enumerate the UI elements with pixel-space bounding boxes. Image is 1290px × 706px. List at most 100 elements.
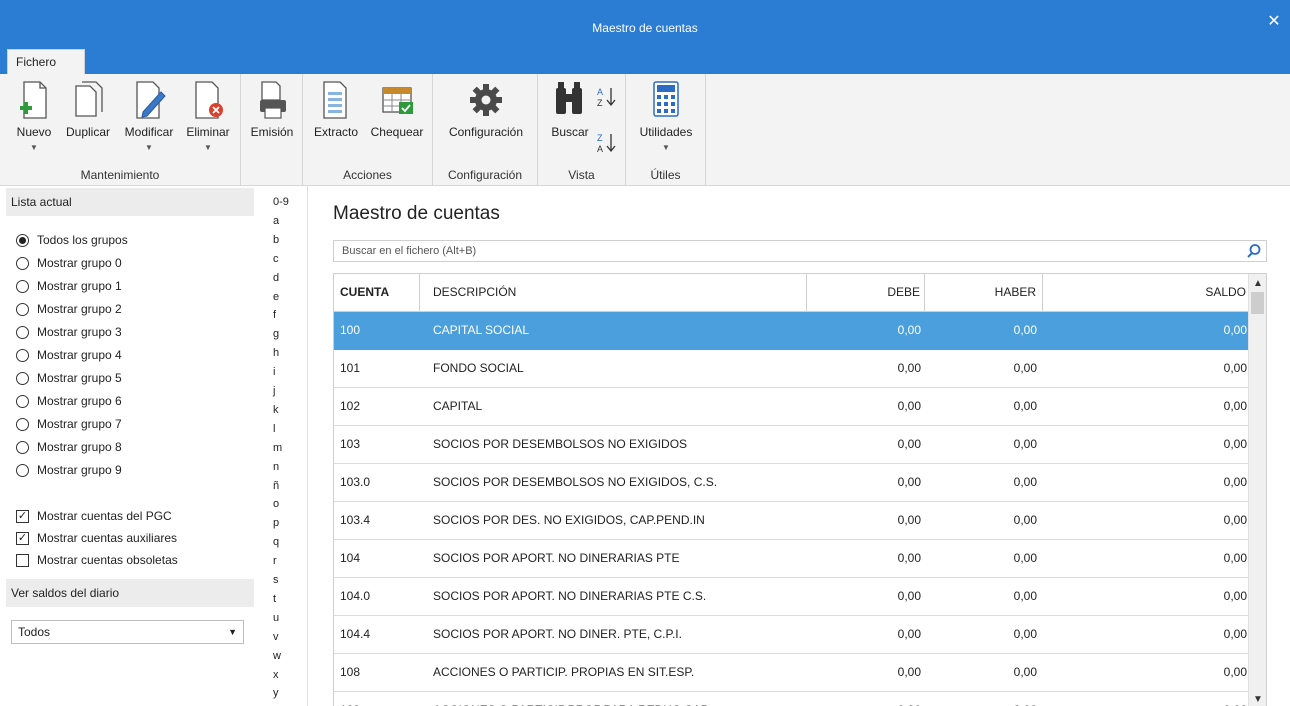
- scrollbar-thumb[interactable]: [1251, 292, 1264, 314]
- alphabet-letter[interactable]: a: [262, 215, 306, 227]
- alphabet-letter[interactable]: 0-9: [262, 196, 306, 208]
- alphabet-letter[interactable]: n: [262, 461, 306, 473]
- radio-group-option[interactable]: Mostrar grupo 3: [16, 323, 122, 341]
- radio-button[interactable]: [16, 463, 29, 477]
- close-icon[interactable]: ✕: [1266, 14, 1282, 30]
- vertical-scrollbar[interactable]: ▲ ▼: [1248, 274, 1266, 706]
- radio-button[interactable]: [16, 279, 29, 293]
- alphabet-letter[interactable]: c: [262, 253, 306, 265]
- emision-button[interactable]: Emisión: [247, 78, 297, 139]
- duplicar-button[interactable]: Duplicar: [60, 78, 116, 139]
- alphabet-letter[interactable]: ñ: [262, 480, 306, 492]
- utilidades-button[interactable]: Utilidades ▼: [634, 78, 698, 152]
- radio-button[interactable]: [16, 417, 29, 431]
- radio-button[interactable]: [16, 371, 29, 385]
- radio-button[interactable]: [16, 233, 29, 247]
- chequear-button[interactable]: Chequear: [369, 78, 425, 139]
- search-input[interactable]: Buscar en el fichero (Alt+B): [333, 240, 1267, 262]
- alphabet-letter[interactable]: k: [262, 404, 306, 416]
- table-row[interactable]: 103 SOCIOS POR DESEMBOLSOS NO EXIGIDOS 0,0…: [334, 426, 1249, 464]
- alphabet-letter[interactable]: d: [262, 272, 306, 284]
- checkbox[interactable]: [16, 553, 29, 567]
- table-row[interactable]: 103.4 SOCIOS POR DES. NO EXIGIDOS, CAP.PE…: [334, 502, 1249, 540]
- table-row[interactable]: 103.0 SOCIOS POR DESEMBOLSOS NO EXIGIDOS,…: [334, 464, 1249, 502]
- alphabet-letter[interactable]: f: [262, 309, 306, 321]
- column-header-saldo[interactable]: SALDO: [1044, 274, 1249, 311]
- checkbox[interactable]: ✓: [16, 531, 29, 545]
- alphabet-letter[interactable]: w: [262, 650, 306, 662]
- table-row[interactable]: 101 FONDO SOCIAL 0,00 0,00 0,00: [334, 350, 1249, 388]
- chevron-down-icon[interactable]: ▼: [634, 143, 698, 152]
- radio-group-option[interactable]: Mostrar grupo 6: [16, 392, 122, 410]
- alphabet-letter[interactable]: i: [262, 366, 306, 378]
- checkbox-option[interactable]: ✓ Mostrar cuentas auxiliares: [16, 529, 177, 547]
- radio-group-option[interactable]: Mostrar grupo 7: [16, 415, 122, 433]
- alphabet-letter[interactable]: r: [262, 555, 306, 567]
- alphabet-letter[interactable]: o: [262, 498, 306, 510]
- alphabet-letter[interactable]: t: [262, 593, 306, 605]
- radio-button[interactable]: [16, 348, 29, 362]
- checkbox-option[interactable]: Mostrar cuentas obsoletas: [16, 551, 178, 569]
- radio-button[interactable]: [16, 394, 29, 408]
- radio-group-option[interactable]: Mostrar grupo 8: [16, 438, 122, 456]
- column-header-descripcion[interactable]: DESCRIPCIÓN: [421, 274, 807, 311]
- radio-group-option[interactable]: Mostrar grupo 5: [16, 369, 122, 387]
- table-row[interactable]: 108 ACCIONES O PARTICIP. PROPIAS EN SIT.E…: [334, 654, 1249, 692]
- alphabet-letter[interactable]: g: [262, 328, 306, 340]
- alphabet-letter[interactable]: j: [262, 385, 306, 397]
- chevron-down-icon[interactable]: ▼: [182, 143, 234, 152]
- table-row[interactable]: 104 SOCIOS POR APORT. NO DINERARIAS PTE 0,…: [334, 540, 1249, 578]
- table-row[interactable]: 102 CAPITAL 0,00 0,00 0,00: [334, 388, 1249, 426]
- buscar-button[interactable]: Buscar: [546, 78, 594, 139]
- modificar-button[interactable]: Modificar ▼: [118, 78, 180, 152]
- chevron-down-icon[interactable]: ▼: [228, 621, 237, 643]
- alphabet-letter[interactable]: h: [262, 347, 306, 359]
- radio-button[interactable]: [16, 440, 29, 454]
- alphabet-letter[interactable]: x: [262, 669, 306, 681]
- radio-group-option[interactable]: Mostrar grupo 0: [16, 254, 122, 272]
- alphabet-letter[interactable]: p: [262, 517, 306, 529]
- saldos-select[interactable]: Todos ▼: [11, 620, 244, 644]
- table-row[interactable]: 109ACCIONES O PARTICIP.PROP.PARA REDUC.C…: [334, 692, 1249, 706]
- alphabet-letter[interactable]: v: [262, 631, 306, 643]
- radio-button[interactable]: [16, 302, 29, 316]
- alphabet-letter[interactable]: y: [262, 687, 306, 699]
- alphabet-letter[interactable]: q: [262, 536, 306, 548]
- table-row[interactable]: 104.0 SOCIOS POR APORT. NO DINERARIAS PTE…: [334, 578, 1249, 616]
- alphabet-letter[interactable]: u: [262, 612, 306, 624]
- ribbon-group-acciones: Extracto Chequear Acciones: [303, 74, 433, 186]
- radio-group-option[interactable]: Todos los grupos: [16, 231, 128, 249]
- table-row[interactable]: 100 CAPITAL SOCIAL 0,00 0,00 0,00: [334, 312, 1249, 350]
- sort-descending-icon[interactable]: Z A: [596, 130, 618, 156]
- ribbon: Nuevo ▼ Duplicar Modificar ▼ Eliminar ▼ …: [0, 74, 1290, 186]
- sort-ascending-icon[interactable]: A Z: [596, 84, 618, 110]
- column-header-cuenta[interactable]: CUENTA: [334, 274, 420, 311]
- alphabet-letter[interactable]: s: [262, 574, 306, 586]
- column-header-debe[interactable]: DEBE: [808, 274, 925, 311]
- chevron-down-icon[interactable]: ▼: [1249, 694, 1266, 705]
- radio-button[interactable]: [16, 325, 29, 339]
- checkbox-option[interactable]: ✓ Mostrar cuentas del PGC: [16, 507, 172, 525]
- column-header-haber[interactable]: HABER: [926, 274, 1043, 311]
- configuracion-button[interactable]: Configuración: [441, 78, 531, 139]
- eliminar-label: Eliminar: [186, 125, 230, 139]
- alphabet-letter[interactable]: e: [262, 291, 306, 303]
- alphabet-letter[interactable]: l: [262, 423, 306, 435]
- radio-group-option[interactable]: Mostrar grupo 4: [16, 346, 122, 364]
- alphabet-letter[interactable]: b: [262, 234, 306, 246]
- extracto-button[interactable]: Extracto: [311, 78, 361, 139]
- radio-group-option[interactable]: Mostrar grupo 2: [16, 300, 122, 318]
- checkbox[interactable]: ✓: [16, 509, 29, 523]
- radio-group-option[interactable]: Mostrar grupo 1: [16, 277, 122, 295]
- tab-fichero[interactable]: Fichero: [7, 49, 85, 74]
- table-row[interactable]: 104.4 SOCIOS POR APORT. NO DINER. PTE, C.…: [334, 616, 1249, 654]
- chevron-down-icon[interactable]: ▼: [118, 143, 180, 152]
- radio-group-option[interactable]: Mostrar grupo 9: [16, 461, 122, 479]
- eliminar-button[interactable]: Eliminar ▼: [182, 78, 234, 152]
- chevron-up-icon[interactable]: ▲: [1249, 278, 1266, 289]
- alphabet-letter[interactable]: m: [262, 442, 306, 454]
- search-icon[interactable]: [1246, 243, 1262, 259]
- radio-button[interactable]: [16, 256, 29, 270]
- nuevo-button[interactable]: Nuevo ▼: [10, 78, 58, 152]
- chevron-down-icon[interactable]: ▼: [10, 143, 58, 152]
